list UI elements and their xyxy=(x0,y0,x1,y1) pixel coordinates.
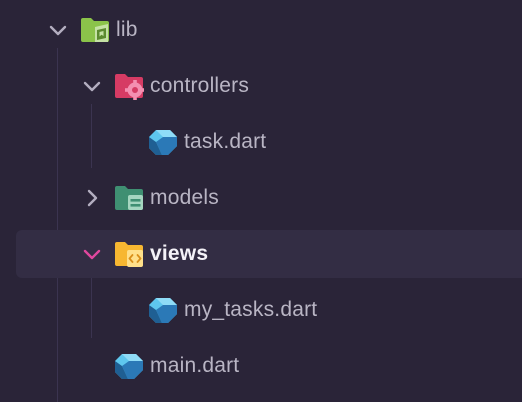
tree-item-label: main.dart xyxy=(150,354,240,377)
file-explorer-tree: lib controllers task.dart models views m… xyxy=(0,0,522,402)
tree-item-lib[interactable]: lib xyxy=(0,6,522,54)
tree-item-my-tasks-dart[interactable]: my_tasks.dart xyxy=(0,286,522,334)
tree-item-label: my_tasks.dart xyxy=(184,298,318,321)
tree-item-task-dart[interactable]: task.dart xyxy=(0,118,522,166)
tree-item-models[interactable]: models xyxy=(0,174,522,222)
folder-views-icon xyxy=(115,242,143,267)
chevron-down-icon[interactable] xyxy=(80,242,104,266)
chevron-right-icon[interactable] xyxy=(80,186,104,210)
dart-file-icon xyxy=(115,354,143,379)
tree-item-label: task.dart xyxy=(184,130,267,153)
folder-models-icon xyxy=(115,186,143,210)
folder-lib-icon xyxy=(81,18,109,42)
tree-item-label: lib xyxy=(116,18,138,41)
chevron-down-icon[interactable] xyxy=(46,18,70,42)
tree-item-main-dart[interactable]: main.dart xyxy=(0,342,522,390)
dart-file-icon xyxy=(149,130,177,155)
tree-item-views[interactable]: views xyxy=(16,230,522,278)
dart-file-icon xyxy=(149,298,177,323)
chevron-down-icon[interactable] xyxy=(80,74,104,98)
tree-item-controllers[interactable]: controllers xyxy=(0,62,522,110)
tree-item-label: controllers xyxy=(150,74,250,97)
tree-item-label: models xyxy=(150,186,219,209)
tree-item-label: views xyxy=(150,242,209,265)
folder-controllers-icon xyxy=(115,74,144,100)
